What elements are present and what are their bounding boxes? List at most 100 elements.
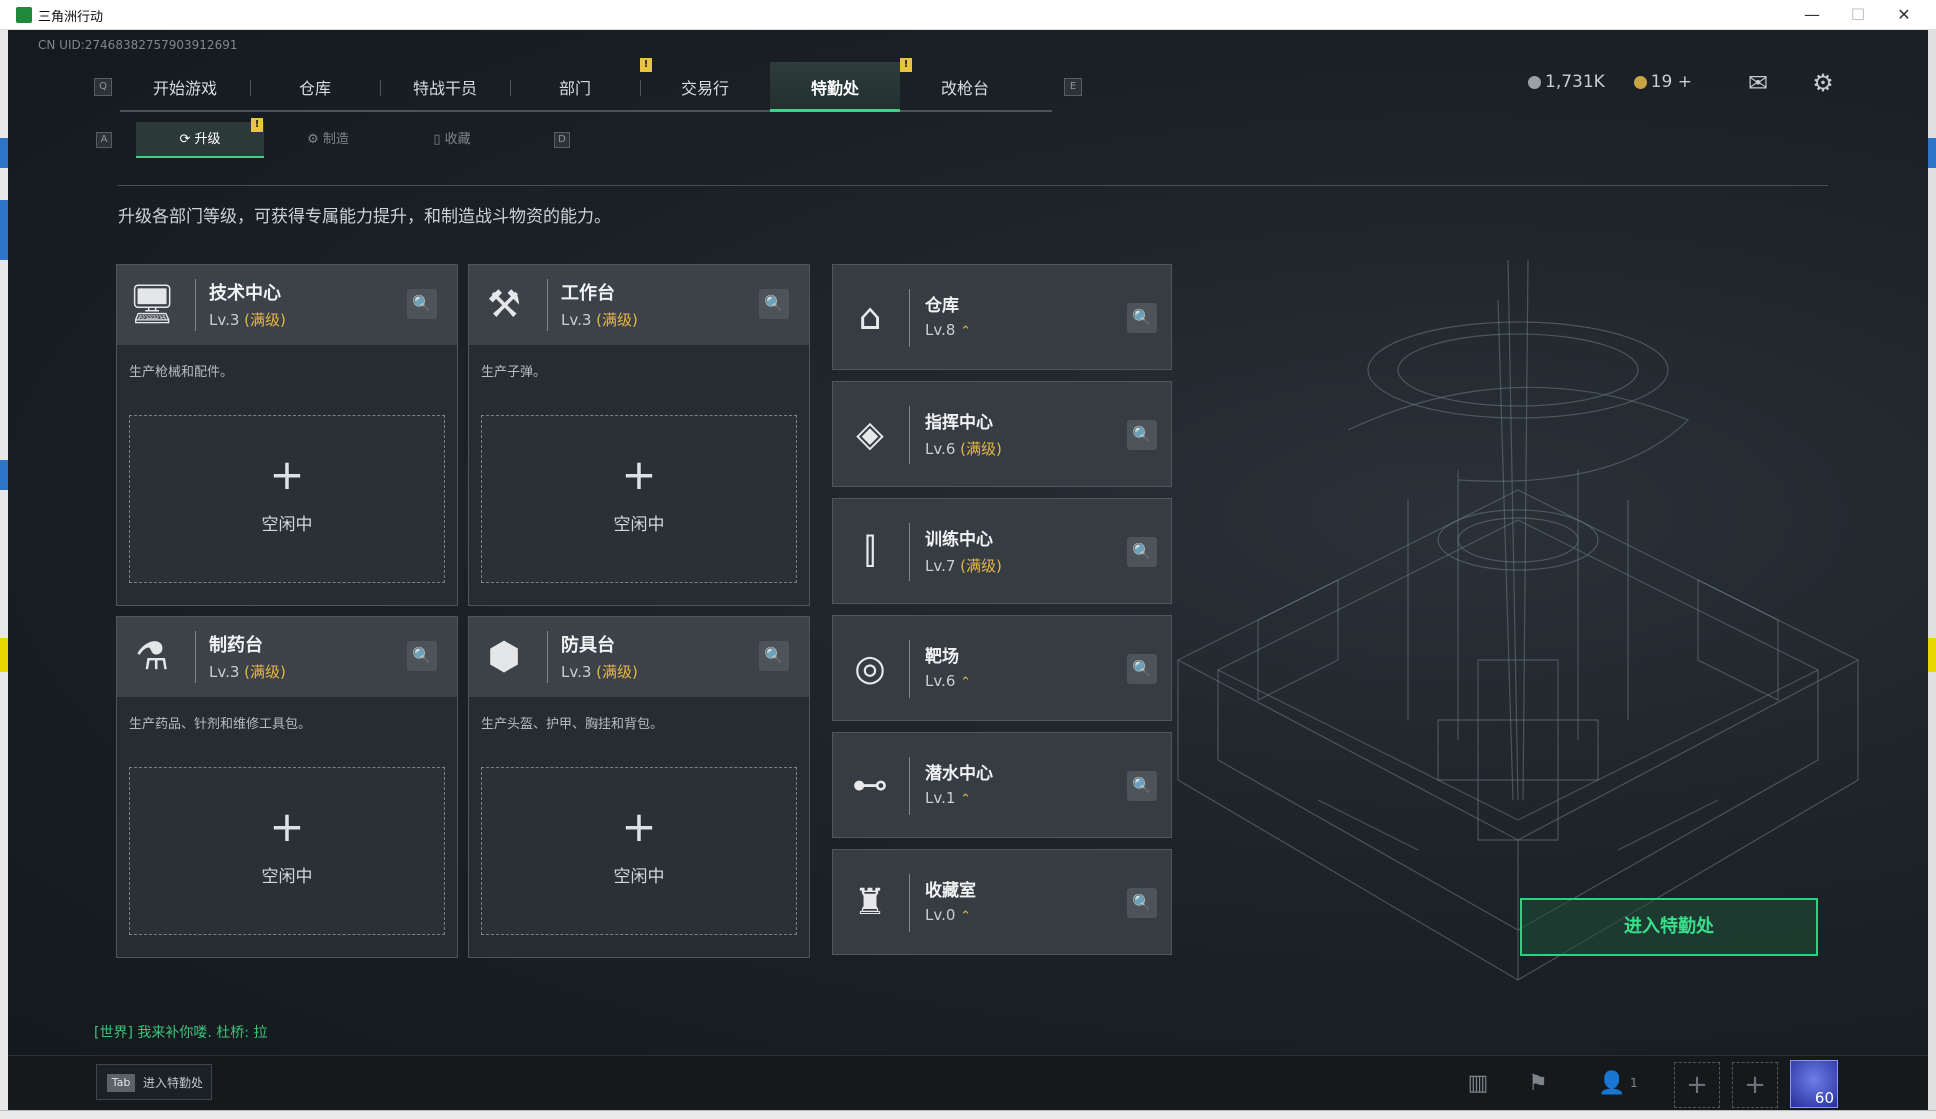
slot-status: 空闲中 <box>261 867 313 887</box>
background-window-edge-right <box>1928 30 1936 1119</box>
tab-start-game[interactable]: 开始游戏 <box>120 62 250 112</box>
search-icon[interactable]: 🔍 <box>1127 537 1157 567</box>
settings-gear-icon[interactable]: ⚙ <box>1808 68 1838 98</box>
player-uid: CN UID:2746838275790391269​1 <box>38 38 238 52</box>
workbench-card-tech-center[interactable]: 🖥 技术中心 Lv.3 (满级) 🔍 生产枪械和配件。 + 空闲中 <box>116 264 458 606</box>
command-icon: ◈ <box>856 414 884 455</box>
facility-storage[interactable]: ⌂ 仓库 Lv.8 ⌃ 🔍 <box>832 264 1172 370</box>
slot-status: 空闲中 <box>613 515 665 535</box>
workbench-description: 生产头盔、护甲、胸挂和背包。 <box>481 717 664 732</box>
tab-trading[interactable]: 交易行 <box>640 62 770 112</box>
mail-icon[interactable]: ✉ <box>1743 68 1773 98</box>
trophy-icon: ♜ <box>853 882 887 923</box>
search-icon[interactable]: 🔍 <box>407 641 437 671</box>
workbench-card-pharmacy[interactable]: ⚗ 制药台 Lv.3 (满级) 🔍 生产药品、针剂和维修工具包。 + 空闲中 <box>116 616 458 958</box>
flag-icon[interactable]: ⚑ <box>1522 1068 1554 1100</box>
facility-name: 收藏室 <box>925 881 976 901</box>
facility-shooting-range[interactable]: ◎ 靶场 Lv.6 ⌃ 🔍 <box>832 615 1172 721</box>
search-icon[interactable]: 🔍 <box>1127 654 1157 684</box>
close-button[interactable]: ✕ <box>1884 3 1924 27</box>
game-viewport: CN UID:2746838275790391269​1 Q 开始游戏 仓库 特… <box>8 30 1928 1110</box>
production-slot[interactable]: + 空闲中 <box>481 767 797 935</box>
player-level: 60 <box>1814 1089 1834 1107</box>
workbench-card-armor[interactable]: ⬢ 防具台 Lv.3 (满级) 🔍 生产头盔、护甲、胸挂和背包。 + 空闲中 <box>468 616 810 958</box>
search-icon[interactable]: 🔍 <box>759 289 789 319</box>
facility-collection-room[interactable]: ♜ 收藏室 Lv.0 ⌃ 🔍 <box>832 849 1172 955</box>
craft-icon: ⚙ <box>307 132 323 147</box>
nav-next-key-hint: E <box>1064 78 1082 96</box>
subtab-upgrade[interactable]: ⟳ 升级 <box>136 122 264 158</box>
minimize-button[interactable]: — <box>1792 3 1832 27</box>
gold-coin-icon <box>1633 75 1647 89</box>
facility-level: Lv.1 ⌃ <box>925 789 972 807</box>
plus-icon: + <box>621 450 657 499</box>
tab-gunsmith[interactable]: 改枪台 <box>900 62 1030 112</box>
app-window: 三角洲行动 — ☐ ✕ CN UID:2746838275790391269​1… <box>0 0 1936 1119</box>
subtab-upgrade-label: 升级 <box>194 132 221 147</box>
background-window-edge <box>0 30 8 1119</box>
plus-icon: + <box>621 802 657 851</box>
workbench-description: 生产枪械和配件。 <box>129 365 234 380</box>
workbench-card-workbench[interactable]: ⚒ 工作台 Lv.3 (满级) 🔍 生产子弹。 + 空闲中 <box>468 264 810 606</box>
enter-special-ops-button[interactable]: 进入特勤处 <box>1520 898 1818 956</box>
chat-line[interactable]: [世界] 我来补你喽. 杜桥: 拉 <box>94 1022 267 1042</box>
collection-icon: ▯ <box>433 132 445 147</box>
search-icon[interactable]: 🔍 <box>1127 420 1157 450</box>
chat-message: 我来补你喽. 杜桥: 拉 <box>137 1025 268 1041</box>
facility-level: Lv.6 (满级) <box>925 440 1002 458</box>
search-icon[interactable]: 🔍 <box>1127 771 1157 801</box>
player-avatar[interactable]: 60 <box>1790 1060 1838 1108</box>
subnav-next-key-hint: D <box>554 132 570 148</box>
plus-icon: + <box>269 450 305 499</box>
facility-training-center[interactable]: ⫿ 训练中心 Lv.7 (满级) 🔍 <box>832 498 1172 604</box>
background-window-bottom <box>0 1110 1936 1119</box>
facility-name: 训练中心 <box>925 530 993 550</box>
party-members-icon[interactable]: 👤 <box>1596 1068 1628 1100</box>
dumbbell-icon: ⫿ <box>864 531 876 572</box>
upgrade-arrow-icon: ⌃ <box>960 324 972 339</box>
tab-special-ops[interactable]: 特勤处 <box>770 62 900 112</box>
add-gold-button[interactable]: + <box>1678 72 1692 92</box>
plus-icon: + <box>269 802 305 851</box>
search-icon[interactable]: 🔍 <box>1127 303 1157 333</box>
add-teammate-button[interactable]: + <box>1674 1062 1720 1108</box>
facility-command-center[interactable]: ◈ 指挥中心 Lv.6 (满级) 🔍 <box>832 381 1172 487</box>
facility-diving-center[interactable]: ⊷ 潜水中心 Lv.1 ⌃ 🔍 <box>832 732 1172 838</box>
facility-name: 仓库 <box>925 296 959 316</box>
armor-icon: ⬢ <box>487 634 521 678</box>
microscope-icon: ⚗ <box>134 634 170 678</box>
workbench-name: 制药台 <box>209 635 263 656</box>
bottom-bar: Tab 进入特勤处 ▥ ⚑ 👤 1 + + 60 <box>8 1055 1928 1110</box>
silver-coin-icon <box>1528 75 1541 89</box>
target-icon: ◎ <box>854 648 886 689</box>
maximize-button[interactable]: ☐ <box>1838 3 1878 27</box>
add-teammate-button-2[interactable]: + <box>1732 1062 1778 1108</box>
facility-name: 靶场 <box>925 647 959 667</box>
upgrade-arrow-icon: ⌃ <box>960 675 972 690</box>
subtab-craft[interactable]: ⚙ 制造 <box>264 122 392 158</box>
facility-level: Lv.8 ⌃ <box>925 321 972 339</box>
production-slot[interactable]: + 空闲中 <box>481 415 797 583</box>
diving-mask-icon: ⊷ <box>852 765 888 806</box>
search-icon[interactable]: 🔍 <box>407 289 437 319</box>
stats-chart-icon[interactable]: ▥ <box>1462 1068 1494 1100</box>
upgrade-icon: ⟳ <box>179 132 195 147</box>
tools-icon: ⚒ <box>486 282 522 326</box>
workbench-name: 技术中心 <box>209 283 281 304</box>
subtab-collection[interactable]: ▯ 收藏 <box>392 122 512 158</box>
production-slot[interactable]: + 空闲中 <box>129 767 445 935</box>
tab-department[interactable]: 部门 <box>510 62 640 112</box>
silver-amount: 1,731K <box>1545 72 1605 92</box>
workbench-level: Lv.3 (满级) <box>561 311 638 329</box>
nav-prev-key-hint: Q <box>94 78 112 96</box>
header-divider <box>118 185 1828 186</box>
production-slot[interactable]: + 空闲中 <box>129 415 445 583</box>
search-icon[interactable]: 🔍 <box>1127 888 1157 918</box>
slot-status: 空闲中 <box>613 867 665 887</box>
tab-warehouse[interactable]: 仓库 <box>250 62 380 112</box>
tab-operators[interactable]: 特战干员 <box>380 62 510 112</box>
sub-nav: ⟳ 升级 ⚙ 制造 ▯ 收藏 <box>136 122 471 158</box>
storage-icon: ⌂ <box>858 297 882 338</box>
search-icon[interactable]: 🔍 <box>759 641 789 671</box>
tab-shortcut-hint[interactable]: Tab 进入特勤处 <box>96 1064 212 1100</box>
